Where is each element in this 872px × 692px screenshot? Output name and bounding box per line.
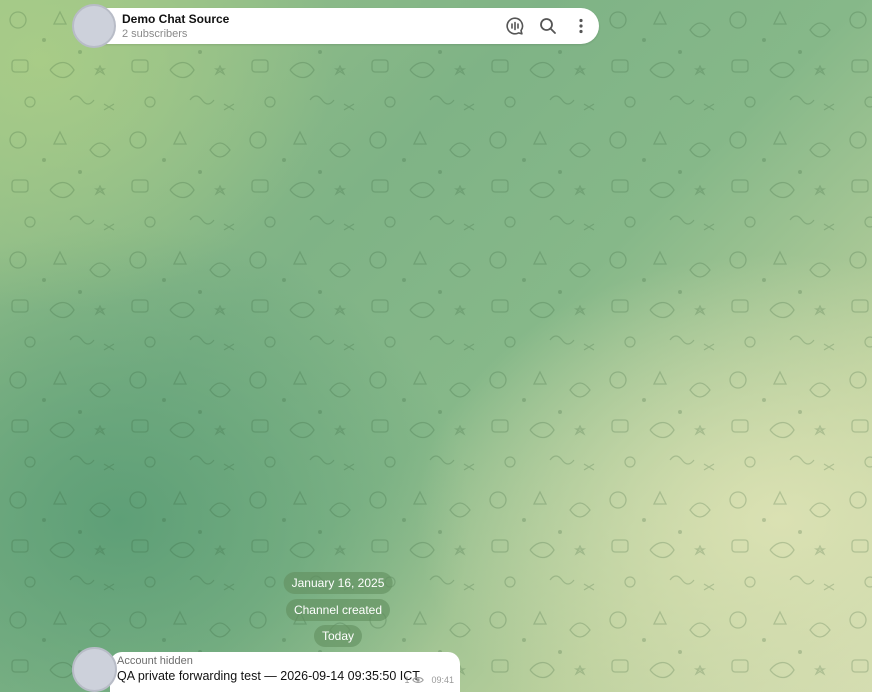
background-pattern <box>0 0 872 692</box>
date-separator: January 16, 2025 <box>283 572 393 594</box>
search-button[interactable] <box>537 15 559 37</box>
more-vert-icon <box>579 18 583 34</box>
sender-avatar[interactable] <box>72 647 117 692</box>
channel-avatar[interactable] <box>72 4 116 48</box>
message-bubble[interactable]: Account hidden QA private forwarding tes… <box>110 652 460 692</box>
eye-icon <box>412 677 425 683</box>
voice-chat-button[interactable] <box>504 15 526 37</box>
search-icon <box>540 18 556 34</box>
view-count: 1 <box>404 675 410 685</box>
channel-created-notice: Channel created <box>285 599 391 621</box>
message-meta: 1 09:41 <box>404 675 454 685</box>
voice-chat-icon <box>506 17 524 35</box>
message-time: 09:41 <box>431 675 454 685</box>
message-text: QA private forwarding test — 2026-09-14 … <box>117 669 420 683</box>
message-author[interactable]: Account hidden <box>117 655 193 667</box>
chat-title[interactable]: Demo Chat Source <box>122 12 229 26</box>
chat-viewport: Demo Chat Source 2 subscribers January 1… <box>0 0 872 692</box>
subscriber-count: 2 subscribers <box>122 28 188 40</box>
more-options-button[interactable] <box>570 15 592 37</box>
chat-header[interactable]: Demo Chat Source 2 subscribers <box>74 8 599 44</box>
today-separator: Today <box>313 625 363 647</box>
